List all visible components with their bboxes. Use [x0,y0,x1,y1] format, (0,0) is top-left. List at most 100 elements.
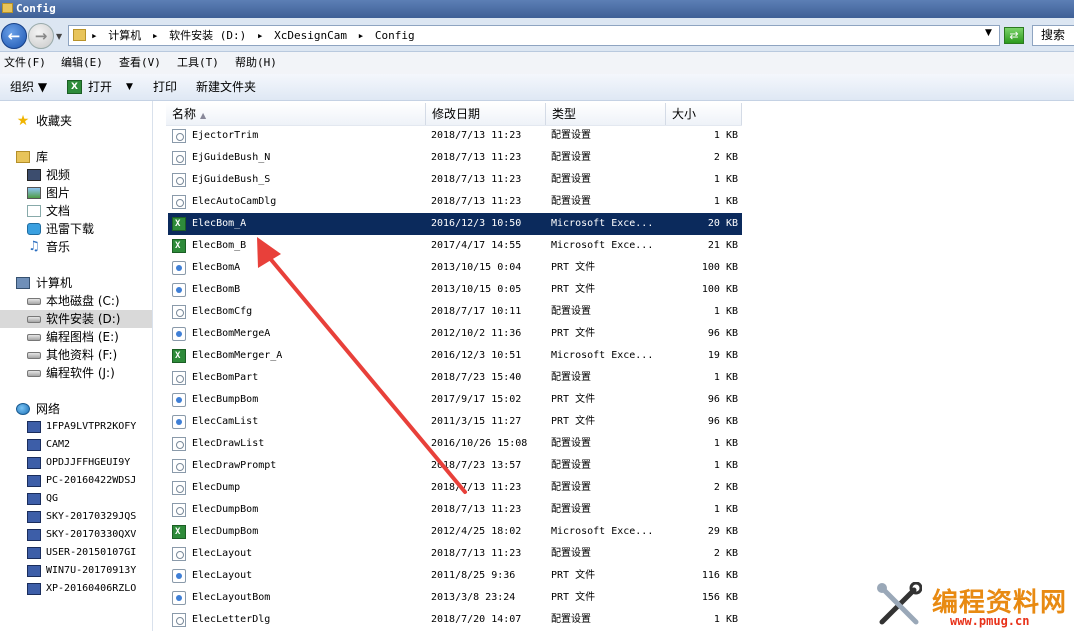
sidebar-item-thunder-downloads[interactable]: 迅雷下载 [0,220,152,238]
table-row[interactable]: ElecBomB 2013/10/15 0:05 PRT 文件 100 KB [168,279,742,301]
column-header-date[interactable]: 修改日期 [426,103,546,125]
sidebar-host[interactable]: 1FPA9LVTPR2KOFY [0,418,152,436]
file-size: 19 KB [707,350,738,361]
sidebar-favorites[interactable]: ★ 收藏夹 [0,112,152,130]
table-row[interactable]: ElecCamList 2011/3/15 11:27 PRT 文件 96 KB [168,411,742,433]
table-row[interactable]: ElecLetterDlg 2018/7/20 14:07 配置设置 1 KB [168,609,742,631]
table-row[interactable]: ElecLayout 2018/7/13 11:23 配置设置 2 KB [168,543,742,565]
table-row[interactable]: ElecBomMerger_A 2016/12/3 10:51 Microsoft … [168,345,742,367]
file-name: ElecDrawList [192,438,265,449]
file-date: 2011/3/15 11:27 [431,416,522,427]
search-input[interactable]: 搜索 [1032,25,1074,46]
print-button[interactable]: 打印 [153,74,177,101]
table-row[interactable]: ElecBomA 2013/10/15 0:04 PRT 文件 100 KB [168,257,742,279]
organize-button[interactable]: 组织 ▼ [10,74,47,101]
folder-icon [2,3,13,13]
ini-icon [172,437,186,451]
new-folder-button[interactable]: 新建文件夹 [196,74,256,101]
table-row[interactable]: ElecLayout 2011/8/25 9:36 PRT 文件 116 KB [168,565,742,587]
breadcrumb-xcdesigncam[interactable]: XcDesignCam [274,29,347,42]
sidebar-network[interactable]: 网络 [0,400,152,418]
file-date: 2018/7/13 11:23 [431,482,522,493]
address-bar[interactable]: ▸ 计算机 ▸ 软件安装 (D:) ▸ XcDesignCam ▸ Config [68,25,1000,46]
column-header-name[interactable]: 名称 ▲ [166,103,426,125]
menu-file[interactable]: 文件(F) [4,52,46,74]
column-header-size[interactable]: 大小 [666,103,742,125]
sidebar-drive-e[interactable]: 编程图档 (E:) [0,328,152,346]
table-row[interactable]: ElecBomCfg 2018/7/17 10:11 配置设置 1 KB [168,301,742,323]
table-row[interactable]: ElecDump 2018/7/13 11:23 配置设置 2 KB [168,477,742,499]
table-row[interactable]: ElecDrawPrompt 2018/7/23 13:57 配置设置 1 KB [168,455,742,477]
sidebar-computer[interactable]: 计算机 [0,274,152,292]
table-row[interactable]: EjGuideBush_S 2018/7/13 11:23 配置设置 1 KB [168,169,742,191]
ini-icon [172,503,186,517]
sidebar-host[interactable]: USER-20150107GI [0,544,152,562]
sidebar-drive-j[interactable]: 编程软件 (J:) [0,364,152,382]
sidebar-drive-c[interactable]: 本地磁盘 (C:) [0,292,152,310]
file-date: 2016/12/3 10:51 [431,350,522,361]
breadcrumb-computer[interactable]: 计算机 [108,29,141,42]
excel-icon [172,235,186,257]
menu-view[interactable]: 查看(V) [119,52,161,74]
back-button[interactable]: ← [1,23,27,49]
sidebar-host[interactable]: QG [0,490,152,508]
table-row[interactable]: EjGuideBush_N 2018/7/13 11:23 配置设置 2 KB [168,147,742,169]
breadcrumb-drive[interactable]: 软件安装 (D:) [169,29,246,42]
computer-icon [16,277,30,289]
computer-icon [27,439,41,451]
refresh-button[interactable]: ⇄ [1004,27,1024,44]
open-dropdown-icon[interactable]: ▼ [126,74,133,101]
table-row[interactable]: ElecDumpBom 2018/7/13 11:23 配置设置 1 KB [168,499,742,521]
sort-ascending-icon: ▲ [200,111,207,120]
ini-icon [172,173,186,187]
sidebar-item-music[interactable]: ♫ 音乐 [0,238,152,256]
sidebar-item-pictures[interactable]: 图片 [0,184,152,202]
file-date: 2013/10/15 0:04 [431,262,522,273]
music-note-icon: ♫ [28,239,40,254]
file-size: 100 KB [701,262,738,273]
sidebar-host[interactable]: XP-20160406RZLO [0,580,152,598]
forward-button[interactable]: → [28,23,54,49]
menu-help[interactable]: 帮助(H) [235,52,277,74]
sidebar-drive-d[interactable]: 软件安装 (D:) [0,310,152,328]
sidebar-item-videos[interactable]: 视频 [0,166,152,184]
sidebar-host[interactable]: SKY-20170330QXV [0,526,152,544]
table-row[interactable]: ElecAutoCamDlg 2018/7/13 11:23 配置设置 1 KB [168,191,742,213]
tools-icon [877,582,922,625]
table-row[interactable]: ElecBom_A 2016/12/3 10:50 Microsoft Exce..… [168,213,742,235]
file-size: 2 KB [713,482,738,493]
table-row[interactable]: ElecBomMergeA 2012/10/2 11:36 PRT 文件 96 KB [168,323,742,345]
table-row[interactable]: ElecBom_B 2017/4/17 14:55 Microsoft Exce..… [168,235,742,257]
sidebar-drive-f[interactable]: 其他资料 (F:) [0,346,152,364]
table-row[interactable]: ElecDrawList 2016/10/26 15:08 配置设置 1 KB [168,433,742,455]
table-row[interactable]: EjectorTrim 2018/7/13 11:23 配置设置 1 KB [168,125,742,147]
sidebar-host[interactable]: OPDJJFFHGEUI9Y [0,454,152,472]
ini-icon [172,547,186,561]
sidebar-host[interactable]: SKY-20170329JQS [0,508,152,526]
breadcrumb-config[interactable]: Config [375,29,415,42]
table-row[interactable]: ElecLayoutBom 2013/3/8 23:24 PRT 文件 156 KB [168,587,742,609]
computer-icon [27,421,41,433]
open-button[interactable]: 打开 [88,74,112,101]
table-row[interactable]: ElecBomPart 2018/7/23 15:40 配置设置 1 KB [168,367,742,389]
sidebar-libraries[interactable]: 库 [0,148,152,166]
history-dropdown-icon[interactable]: ▼ [56,32,62,41]
address-dropdown-icon[interactable]: ▼ [985,28,992,38]
file-size: 20 KB [707,218,738,229]
sidebar-host[interactable]: PC-20160422WDSJ [0,472,152,490]
menu-tools[interactable]: 工具(T) [177,52,219,74]
prt-icon [172,327,186,341]
table-row[interactable]: ElecDumpBom 2012/4/25 18:02 Microsoft Exce… [168,521,742,543]
column-header-type[interactable]: 类型 [546,103,666,125]
file-name: ElecDrawPrompt [192,460,277,471]
ini-icon [172,613,186,627]
computer-icon [27,457,41,469]
table-row[interactable]: ElecBumpBom 2017/9/17 15:02 PRT 文件 96 KB [168,389,742,411]
file-name: ElecBomCfg [192,306,253,317]
sidebar-host[interactable]: CAM2 [0,436,152,454]
watermark-url: www.pmug.cn [950,614,1030,628]
file-name: ElecDumpBom [192,526,259,537]
sidebar-item-documents[interactable]: 文档 [0,202,152,220]
menu-edit[interactable]: 编辑(E) [61,52,103,74]
sidebar-host[interactable]: WIN7U-20170913Y [0,562,152,580]
